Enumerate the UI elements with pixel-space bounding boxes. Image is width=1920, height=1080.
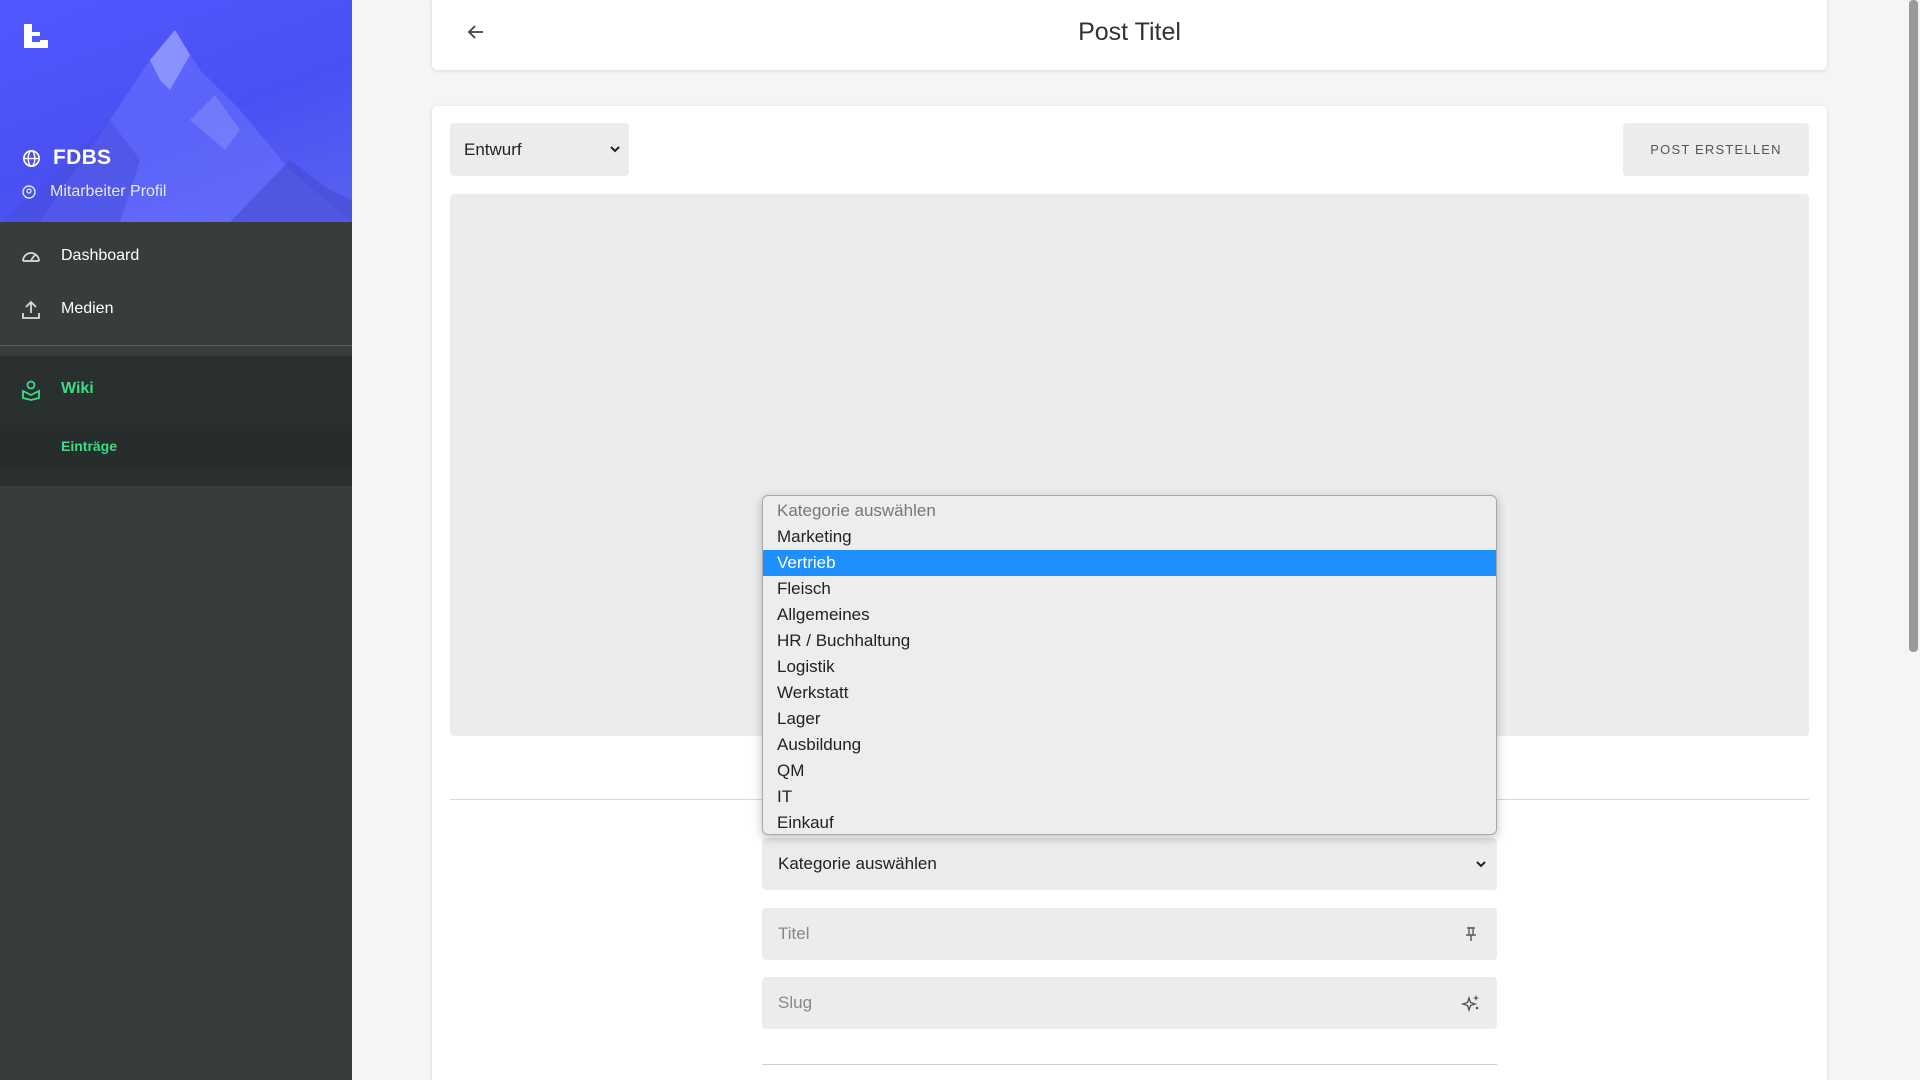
dropdown-option[interactable]: IT [763,784,1496,810]
dropdown-option-selected[interactable]: Vertrieb [763,550,1496,576]
pin-icon [1466,927,1476,941]
category-dropdown-list[interactable]: Kategorie auswählen Marketing Vertrieb F… [762,495,1497,835]
sidebar-item-label: Medien [61,300,114,317]
chevron-down-icon [1476,861,1486,868]
dropdown-option[interactable]: QM [763,758,1496,784]
field-divider [762,1064,1497,1065]
profile-link[interactable]: Mitarbeiter Profil [22,183,166,201]
status-select-value: Entwurf [464,139,522,159]
dropdown-option[interactable]: Fleisch [763,576,1496,602]
profile-label: Mitarbeiter Profil [50,183,167,200]
sidebar-item-dashboard[interactable]: Dashboard [0,230,352,282]
slug-input[interactable]: Slug [762,977,1497,1029]
dropdown-option[interactable]: Werkstatt [763,680,1496,706]
upload-icon [22,300,40,319]
chevron-down-icon [610,146,620,153]
sidebar-item-medien[interactable]: Medien [0,283,352,335]
dropdown-option[interactable]: HR / Buchhaltung [763,628,1496,654]
category-select[interactable]: Kategorie auswählen [762,838,1497,890]
speedometer-icon [22,252,40,262]
dropdown-option[interactable]: Allgemeines [763,602,1496,628]
slug-placeholder: Slug [778,993,813,1012]
page-scrollbar[interactable] [1909,0,1918,652]
user-circle-icon [22,185,36,199]
wiki-icon [22,380,40,401]
sidebar-item-label: Dashboard [61,247,140,264]
dropdown-option[interactable]: Ausbildung [763,732,1496,758]
sidebar-header: FDBS Mitarbeiter Profil [0,0,352,222]
brand[interactable]: FDBS [22,146,111,170]
dropdown-option[interactable]: Lager [763,706,1496,732]
dropdown-option[interactable]: Logistik [763,654,1496,680]
sidebar-item-wiki[interactable]: Wiki [0,363,352,415]
globe-icon [23,149,40,167]
app-logo-icon[interactable] [22,22,50,50]
dropdown-option[interactable]: Marketing [763,524,1496,550]
dropdown-option[interactable]: Einkauf [763,810,1496,834]
sidebar-item-label: Wiki [61,380,94,397]
category-select-value: Kategorie auswählen [778,854,937,873]
title-placeholder: Titel [778,924,810,943]
brand-name: FDBS [53,146,112,169]
sidebar-subitem-label: Einträge [61,438,118,454]
sparkle-icon [1461,995,1479,1013]
sidebar: FDBS Mitarbeiter Profil Dashboard Medien [0,0,352,1080]
create-post-button[interactable]: POST ERSTELLEN [1623,123,1809,176]
page-title: Post Titel [1078,18,1181,46]
status-select[interactable]: Entwurf [450,123,629,176]
sidebar-divider [0,345,352,346]
dropdown-option[interactable]: Kategorie auswählen [763,498,1496,524]
sidebar-subitem-eintraege[interactable]: Einträge [0,425,352,468]
header-card: Post Titel [432,0,1827,70]
title-input[interactable]: Titel [762,908,1497,960]
